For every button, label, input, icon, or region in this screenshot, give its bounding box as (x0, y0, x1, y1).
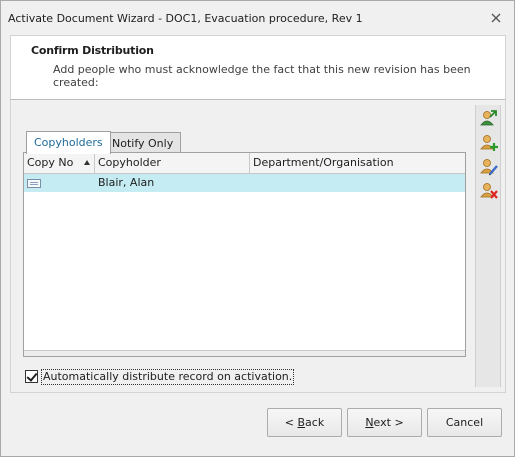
sort-ascending-icon (84, 160, 90, 165)
wizard-window: Activate Document Wizard - DOC1, Evacuat… (0, 0, 515, 457)
column-header-label: Copy No (27, 156, 74, 169)
page-title: Confirm Distribution (31, 44, 154, 57)
column-header-copy-no[interactable]: Copy No (24, 153, 95, 173)
column-header-department[interactable]: Department/Organisation (250, 153, 465, 173)
back-button-accel: B (297, 416, 306, 429)
page-subtitle: Add people who must acknowledge the fact… (53, 63, 471, 89)
close-icon[interactable] (489, 11, 503, 25)
remove-user-icon[interactable] (479, 180, 499, 200)
cell-department (250, 174, 465, 192)
cell-copy-no (24, 174, 95, 192)
next-button[interactable]: Next > (347, 408, 422, 437)
back-button-prefix: < (284, 416, 298, 429)
window-title: Activate Document Wizard - DOC1, Evacuat… (8, 12, 363, 25)
wizard-header: Confirm Distribution Add people who must… (10, 35, 506, 99)
edit-user-icon[interactable] (479, 156, 499, 176)
import-users-icon[interactable] (479, 108, 499, 128)
auto-distribute-checkbox[interactable] (25, 370, 38, 383)
tab-notify-only[interactable]: Notify Only (104, 132, 182, 153)
copyholders-grid: Copy No Copyholder Department/Organisati… (23, 152, 466, 357)
back-button[interactable]: < Back (267, 408, 342, 437)
cancel-button[interactable]: Cancel (427, 408, 502, 437)
grid-footer (24, 350, 465, 356)
document-icon (27, 179, 41, 188)
next-button-accel: N (365, 416, 374, 429)
back-button-rest: ack (305, 416, 325, 429)
tab-copyholders[interactable]: Copyholders (26, 131, 111, 154)
next-button-rest: ext > (373, 416, 404, 429)
column-header-copyholder[interactable]: Copyholder (95, 153, 250, 173)
auto-distribute-label[interactable]: Automatically distribute record on activ… (41, 369, 295, 385)
cell-copyholder: Blair, Alan (98, 176, 155, 189)
add-user-icon[interactable] (479, 132, 499, 152)
grid-header: Copy No Copyholder Department/Organisati… (24, 153, 465, 174)
title-bar: Activate Document Wizard - DOC1, Evacuat… (1, 1, 514, 35)
table-row[interactable]: Blair, Alan (24, 174, 465, 192)
side-toolbar (475, 105, 501, 387)
